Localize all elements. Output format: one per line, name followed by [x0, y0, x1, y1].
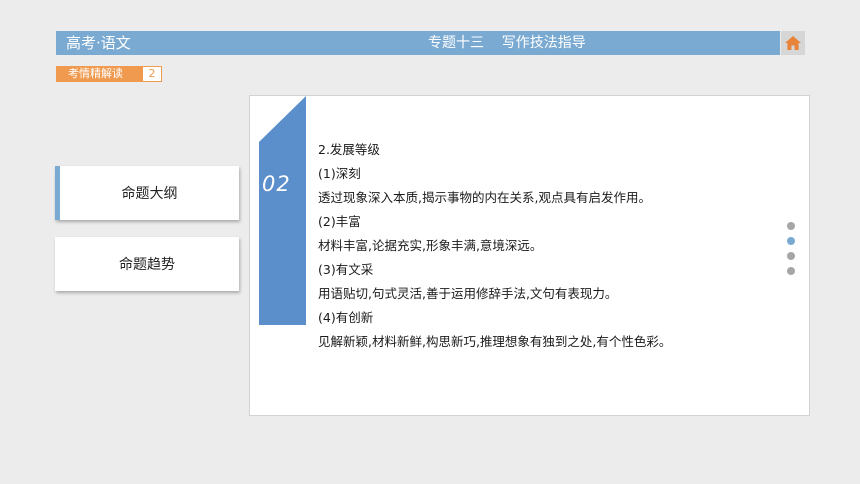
content-text: 2.发展等级 (1)深刻 透过现象深入本质,揭示事物的内在关系,观点具有启发作用…: [318, 138, 788, 354]
page-dot-active[interactable]: [787, 237, 795, 245]
page-dot[interactable]: [787, 222, 795, 230]
nav-button-outline[interactable]: 命题大纲: [55, 166, 239, 220]
content-paragraph: 材料丰富,论据充实,形象丰满,意境深远。: [318, 238, 543, 253]
nav-button-label: 命题趋势: [119, 257, 175, 273]
content-subheading: (2)丰富: [318, 214, 361, 229]
page-dot[interactable]: [787, 267, 795, 275]
section-tag-label: 考情精解读: [56, 66, 142, 82]
header-bar: 高考·语文 专题十三 写作技法指导: [56, 31, 780, 55]
content-subheading: (1)深刻: [318, 166, 361, 181]
section-tag: 考情精解读 2: [56, 66, 162, 82]
number-ribbon: [259, 96, 306, 325]
content-subheading: (3)有文采: [318, 262, 374, 277]
section-page-number: 2: [142, 66, 162, 82]
home-button[interactable]: [781, 31, 805, 55]
page-dot[interactable]: [787, 252, 795, 260]
content-paragraph: 见解新颖,材料新鲜,构思新巧,推理想象有独到之处,有个性色彩。: [318, 334, 672, 349]
page-indicator: [787, 222, 797, 282]
nav-button-trend[interactable]: 命题趋势: [55, 237, 239, 291]
ribbon-number: 02: [262, 172, 291, 196]
course-title: 高考·语文: [66, 34, 131, 52]
content-paragraph: 用语贴切,句式灵活,善于运用修辞手法,文句有表现力。: [318, 286, 618, 301]
nav-button-label: 命题大纲: [121, 186, 178, 202]
content-heading: 2.发展等级: [318, 142, 380, 157]
content-paragraph: 透过现象深入本质,揭示事物的内在关系,观点具有启发作用。: [318, 190, 651, 205]
topic-title: 专题十三 写作技法指导: [428, 35, 586, 51]
content-subheading: (4)有创新: [318, 310, 374, 325]
home-icon: [785, 36, 801, 50]
